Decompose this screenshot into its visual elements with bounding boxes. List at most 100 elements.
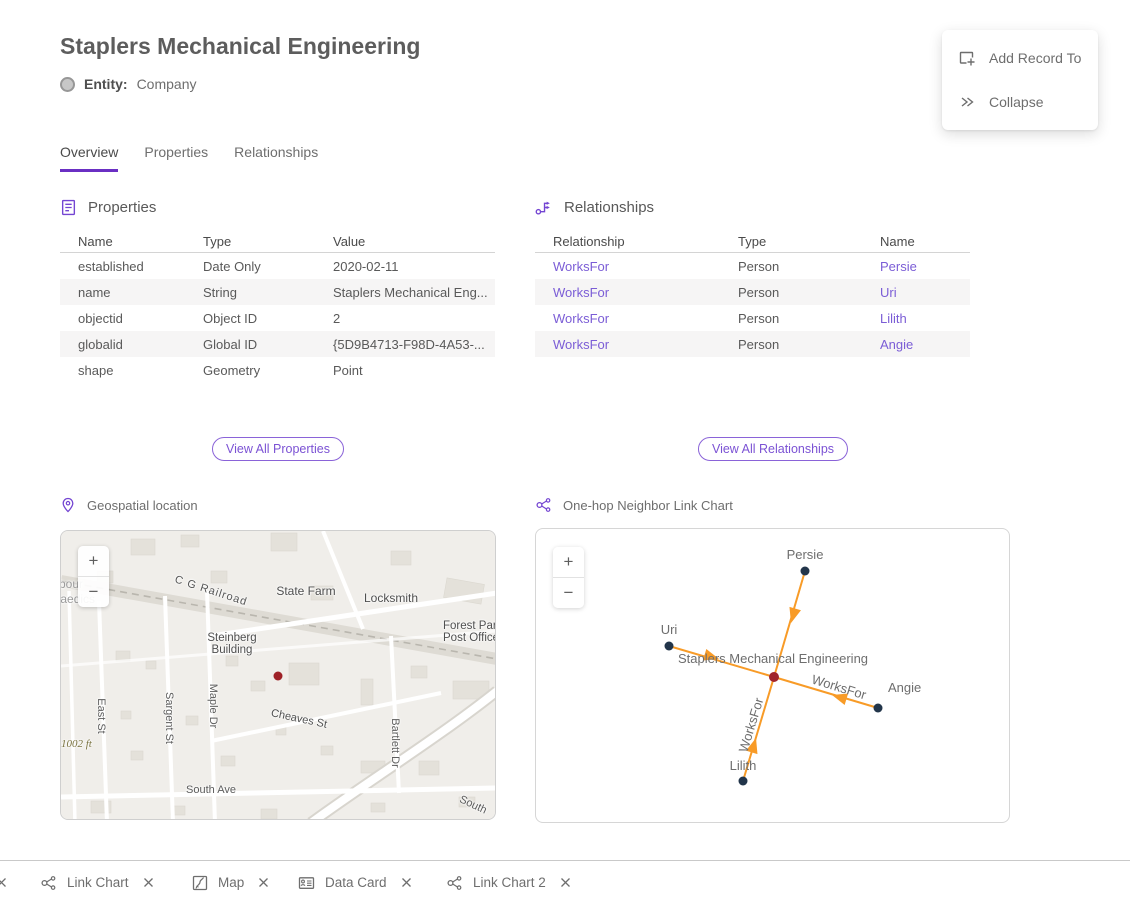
map-label-state-farm: State Farm bbox=[276, 584, 335, 598]
link-chart-zoom-in-button[interactable]: + bbox=[553, 547, 584, 577]
add-record-icon bbox=[958, 49, 976, 67]
link-chart-zoom-control: + − bbox=[553, 547, 584, 608]
double-chevron-right-icon bbox=[958, 93, 976, 111]
column-header: Type bbox=[720, 234, 862, 249]
prop-type: Object ID bbox=[185, 311, 315, 326]
entity-label: Entity: bbox=[84, 76, 128, 92]
node-label-persie[interactable]: Persie bbox=[787, 547, 824, 562]
relationship-link[interactable]: WorksFor bbox=[535, 311, 720, 326]
relationships-table-header: Relationship Type Name bbox=[535, 231, 970, 253]
close-icon[interactable] bbox=[560, 877, 571, 888]
menu-item-collapse[interactable]: Collapse bbox=[942, 80, 1098, 124]
one-hop-section-header: One-hop Neighbor Link Chart bbox=[535, 497, 733, 513]
properties-table: Name Type Value established Date Only 20… bbox=[60, 231, 495, 383]
context-menu: Add Record To Collapse bbox=[942, 30, 1098, 130]
related-entity-link[interactable]: Persie bbox=[862, 259, 970, 274]
geospatial-section-title: Geospatial location bbox=[87, 498, 198, 513]
node-label-lilith[interactable]: Lilith bbox=[730, 758, 757, 773]
prop-name: established bbox=[60, 259, 185, 274]
view-tab-data-card[interactable]: Data Card bbox=[298, 861, 412, 903]
tab-properties[interactable]: Properties bbox=[144, 144, 208, 172]
prop-type: Global ID bbox=[185, 337, 315, 352]
relationship-type: Person bbox=[720, 337, 862, 352]
close-icon[interactable] bbox=[143, 877, 154, 888]
view-all-relationships-button[interactable]: View All Relationships bbox=[698, 437, 848, 461]
geospatial-map[interactable]: rbour opaedics C G Railroad State Farm L… bbox=[60, 530, 496, 820]
table-row[interactable]: established Date Only 2020-02-11 bbox=[60, 253, 495, 279]
map-icon bbox=[192, 875, 208, 891]
prop-value: Staplers Mechanical Eng... bbox=[315, 285, 495, 300]
relationship-link[interactable]: WorksFor bbox=[535, 285, 720, 300]
close-icon[interactable] bbox=[258, 877, 269, 888]
view-tab-label: Link Chart 2 bbox=[473, 875, 546, 890]
entity-location-marker[interactable] bbox=[274, 672, 283, 681]
prop-type: String bbox=[185, 285, 315, 300]
map-zoom-out-button[interactable]: − bbox=[78, 577, 109, 607]
relationship-type: Person bbox=[720, 311, 862, 326]
column-header: Relationship bbox=[535, 234, 720, 249]
view-all-properties-button[interactable]: View All Properties bbox=[212, 437, 344, 461]
prop-name: shape bbox=[60, 363, 185, 378]
relationships-section-title: Relationships bbox=[564, 199, 654, 216]
view-tab-label: Map bbox=[218, 875, 244, 890]
table-row[interactable]: WorksFor Person Lilith bbox=[535, 305, 970, 331]
geospatial-section-header: Geospatial location bbox=[60, 497, 198, 513]
map-label-post-office: Forest Park Post Office bbox=[443, 620, 496, 644]
tab-overview[interactable]: Overview bbox=[60, 144, 118, 172]
properties-section-header: Properties bbox=[60, 199, 156, 216]
table-row[interactable]: globalid Global ID {5D9B4713-F98D-4A53-.… bbox=[60, 331, 495, 357]
table-row[interactable]: WorksFor Person Angie bbox=[535, 331, 970, 357]
view-tab-link-chart-2[interactable]: Link Chart 2 bbox=[446, 861, 571, 903]
map-pin-icon bbox=[60, 497, 76, 513]
table-row[interactable]: shape Geometry Point bbox=[60, 357, 495, 383]
node-label-uri[interactable]: Uri bbox=[661, 622, 678, 637]
link-chart-zoom-out-button[interactable]: − bbox=[553, 578, 584, 608]
tab-relationships[interactable]: Relationships bbox=[234, 144, 318, 172]
entity-type-dot-icon bbox=[60, 77, 75, 92]
relationship-link[interactable]: WorksFor bbox=[535, 337, 720, 352]
node-label-angie[interactable]: Angie bbox=[888, 680, 921, 695]
menu-item-add-record-to[interactable]: Add Record To bbox=[942, 36, 1098, 80]
view-tab-map[interactable]: Map bbox=[192, 861, 269, 903]
map-zoom-in-button[interactable]: + bbox=[78, 546, 109, 576]
relationship-type: Person bbox=[720, 285, 862, 300]
relationship-link[interactable]: WorksFor bbox=[535, 259, 720, 274]
close-icon[interactable] bbox=[401, 877, 412, 888]
table-row[interactable]: WorksFor Person Uri bbox=[535, 279, 970, 305]
view-tab-link-chart[interactable]: Link Chart bbox=[40, 861, 154, 903]
close-icon[interactable] bbox=[0, 875, 7, 893]
menu-item-label: Add Record To bbox=[989, 50, 1081, 66]
node-label-center[interactable]: Staplers Mechanical Engineering bbox=[678, 651, 868, 666]
relationships-section-header: Relationships bbox=[535, 199, 654, 216]
node-center bbox=[769, 672, 779, 682]
map-label-south-ave: South Ave bbox=[186, 784, 236, 796]
prop-type: Date Only bbox=[185, 259, 315, 274]
view-tab-label: Data Card bbox=[325, 875, 387, 890]
one-hop-link-chart[interactable]: Persie Uri Angie Lilith Staplers Mechani… bbox=[535, 528, 1010, 823]
related-entity-link[interactable]: Uri bbox=[862, 285, 970, 300]
table-row[interactable]: name String Staplers Mechanical Eng... bbox=[60, 279, 495, 305]
related-entity-link[interactable]: Angie bbox=[862, 337, 970, 352]
column-header: Name bbox=[60, 234, 185, 249]
entity-value: Company bbox=[137, 76, 197, 92]
relationships-table: Relationship Type Name WorksFor Person P… bbox=[535, 231, 970, 357]
properties-icon bbox=[60, 199, 77, 216]
table-row[interactable]: objectid Object ID 2 bbox=[60, 305, 495, 331]
map-label-bartlett-dr: Bartlett Dr bbox=[389, 718, 401, 768]
view-tab-label: Link Chart bbox=[67, 875, 129, 890]
view-tab-bar: Link Chart Map Data Card bbox=[0, 860, 1130, 903]
prop-value: 2 bbox=[315, 311, 495, 326]
link-chart-icon bbox=[40, 875, 57, 891]
detail-tabs: Overview Properties Relationships bbox=[60, 144, 318, 172]
prop-name: objectid bbox=[60, 311, 185, 326]
table-row[interactable]: WorksFor Person Persie bbox=[535, 253, 970, 279]
map-label-steinberg-building: Steinberg Building bbox=[207, 632, 256, 656]
map-scale-text: 1002 ft bbox=[61, 738, 92, 750]
properties-table-header: Name Type Value bbox=[60, 231, 495, 253]
node-uri bbox=[665, 642, 674, 651]
map-zoom-control: + − bbox=[78, 546, 109, 607]
column-header: Value bbox=[315, 234, 495, 249]
related-entity-link[interactable]: Lilith bbox=[862, 311, 970, 326]
menu-item-label: Collapse bbox=[989, 94, 1043, 110]
prop-value: 2020-02-11 bbox=[315, 259, 495, 274]
